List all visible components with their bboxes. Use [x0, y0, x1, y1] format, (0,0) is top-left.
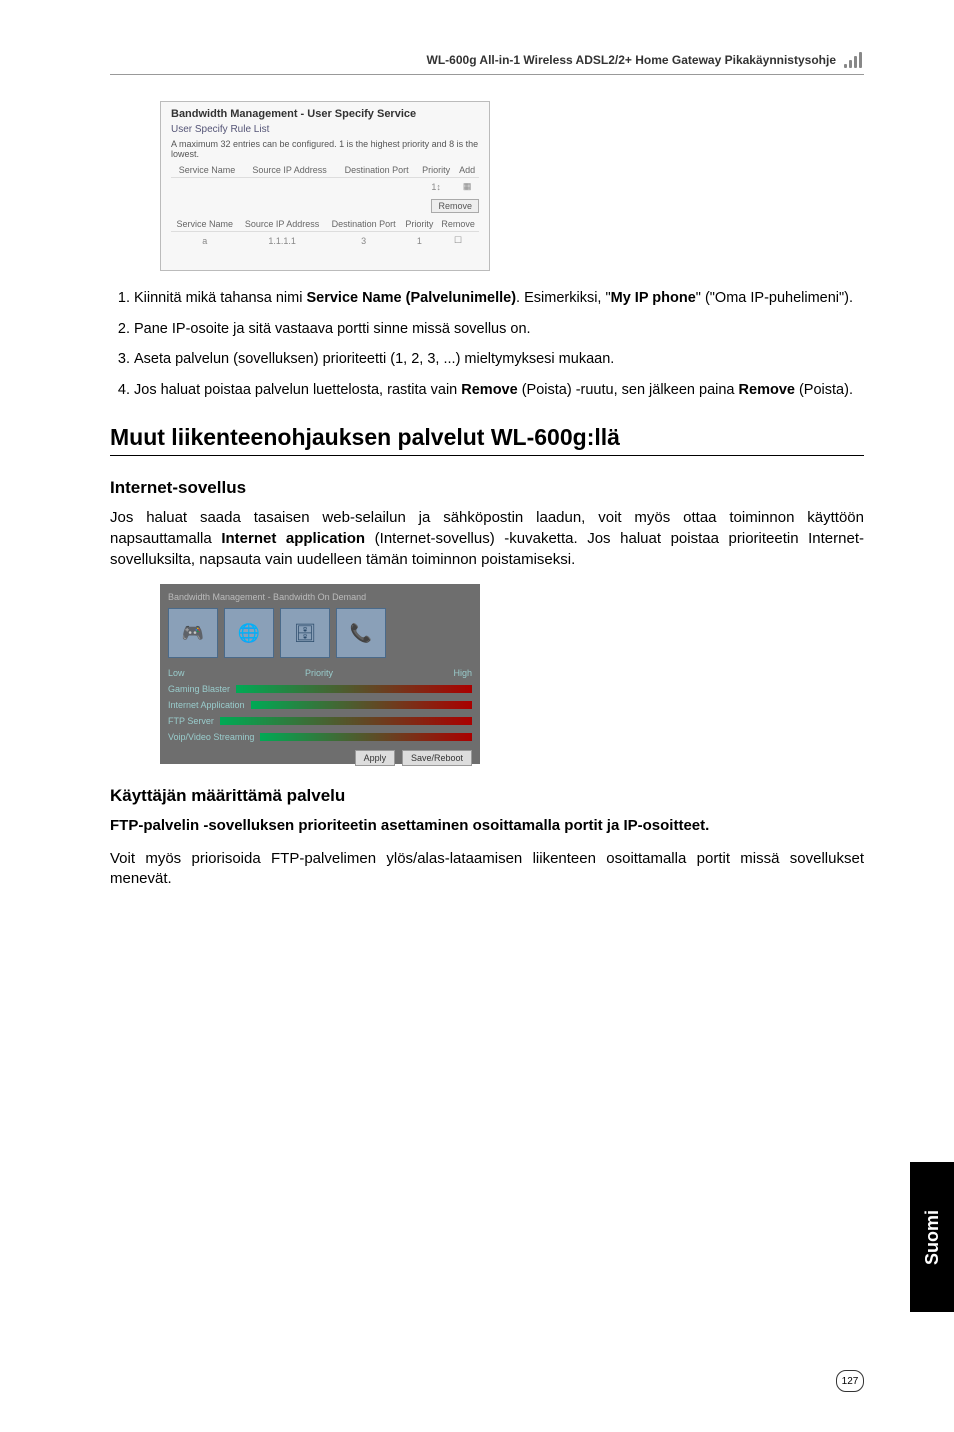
- slider-gaming: Gaming Blaster: [168, 684, 472, 694]
- icon-row: 🎮 🌐 🗄 📞: [168, 608, 472, 658]
- slider-voip: Voip/Video Streaming: [168, 732, 472, 742]
- col-header: Source IP Address: [238, 217, 325, 232]
- step-3: Aseta palvelun (sovelluksen) prioriteett…: [134, 350, 864, 370]
- col-header: Remove: [437, 217, 479, 232]
- page-number: 127: [836, 1370, 864, 1392]
- steps-list: Kiinnitä mikä tahansa nimi Service Name …: [110, 289, 864, 400]
- gaming-icon: 🎮: [168, 608, 218, 658]
- step-2: Pane IP-osoite ja sitä vastaava portti s…: [134, 320, 864, 340]
- screenshot2-buttons: Apply Save/Reboot: [168, 750, 472, 766]
- col-header: Priority: [417, 163, 455, 178]
- cell: 3: [326, 232, 402, 250]
- cell: ☐: [437, 232, 479, 250]
- page-header: WL-600g All-in-1 Wireless ADSL2/2+ Home …: [110, 50, 864, 75]
- language-tab: Suomi: [910, 1162, 954, 1312]
- voip-icon: 📞: [336, 608, 386, 658]
- ftp-icon: 🗄: [280, 608, 330, 658]
- col-header: Priority: [402, 217, 438, 232]
- slider-ftp: FTP Server: [168, 716, 472, 726]
- subsection2-title: Käyttäjän määrittämä palvelu: [110, 786, 864, 806]
- cell: a: [171, 232, 238, 250]
- internet-icon: 🌐: [224, 608, 274, 658]
- col-header: Service Name: [171, 163, 243, 178]
- screenshot-user-specify-service: Bandwidth Management - User Specify Serv…: [160, 101, 490, 271]
- language-label: Suomi: [922, 1209, 943, 1264]
- col-header: Destination Port: [326, 217, 402, 232]
- screenshot1-desc: A maximum 32 entries can be configured. …: [171, 139, 479, 159]
- slider-internet: Internet Application: [168, 700, 472, 710]
- col-header: Service Name: [171, 217, 238, 232]
- col-header: Destination Port: [336, 163, 417, 178]
- header-title: WL-600g All-in-1 Wireless ADSL2/2+ Home …: [427, 53, 836, 67]
- col-header: Source IP Address: [243, 163, 336, 178]
- remove-button[interactable]: Remove: [431, 199, 479, 213]
- apply-button[interactable]: Apply: [355, 750, 396, 766]
- subsection1-title: Internet-sovellus: [110, 478, 864, 498]
- step-1: Kiinnitä mikä tahansa nimi Service Name …: [134, 289, 864, 309]
- screenshot1-table2: Service Name Source IP Address Destinati…: [171, 217, 479, 249]
- screenshot2-title: Bandwidth Management - Bandwidth On Dema…: [168, 592, 472, 602]
- cell: 1: [402, 232, 438, 250]
- screenshot1-table: Service Name Source IP Address Destinati…: [171, 163, 479, 195]
- section-title: Muut liikenteenohjauksen palvelut WL-600…: [110, 424, 864, 456]
- cell: 1.1.1.1: [238, 232, 325, 250]
- save-button[interactable]: Save/Reboot: [402, 750, 472, 766]
- step-4: Jos haluat poistaa palvelun luettelosta,…: [134, 381, 864, 401]
- subsection2-body: Voit myös priorisoida FTP-palvelimen ylö…: [110, 849, 864, 890]
- subsection2-bold: FTP-palvelin -sovelluksen prioriteetin a…: [110, 816, 864, 836]
- col-header: Add: [455, 163, 479, 178]
- screenshot1-sub: User Specify Rule List: [171, 124, 479, 135]
- screenshot1-title: Bandwidth Management - User Specify Serv…: [171, 108, 479, 120]
- screenshot-bandwidth-on-demand: Bandwidth Management - Bandwidth On Dema…: [160, 584, 480, 764]
- subsection1-body: Jos haluat saada tasaisen web-selailun j…: [110, 508, 864, 570]
- signal-bars-icon: [844, 50, 864, 68]
